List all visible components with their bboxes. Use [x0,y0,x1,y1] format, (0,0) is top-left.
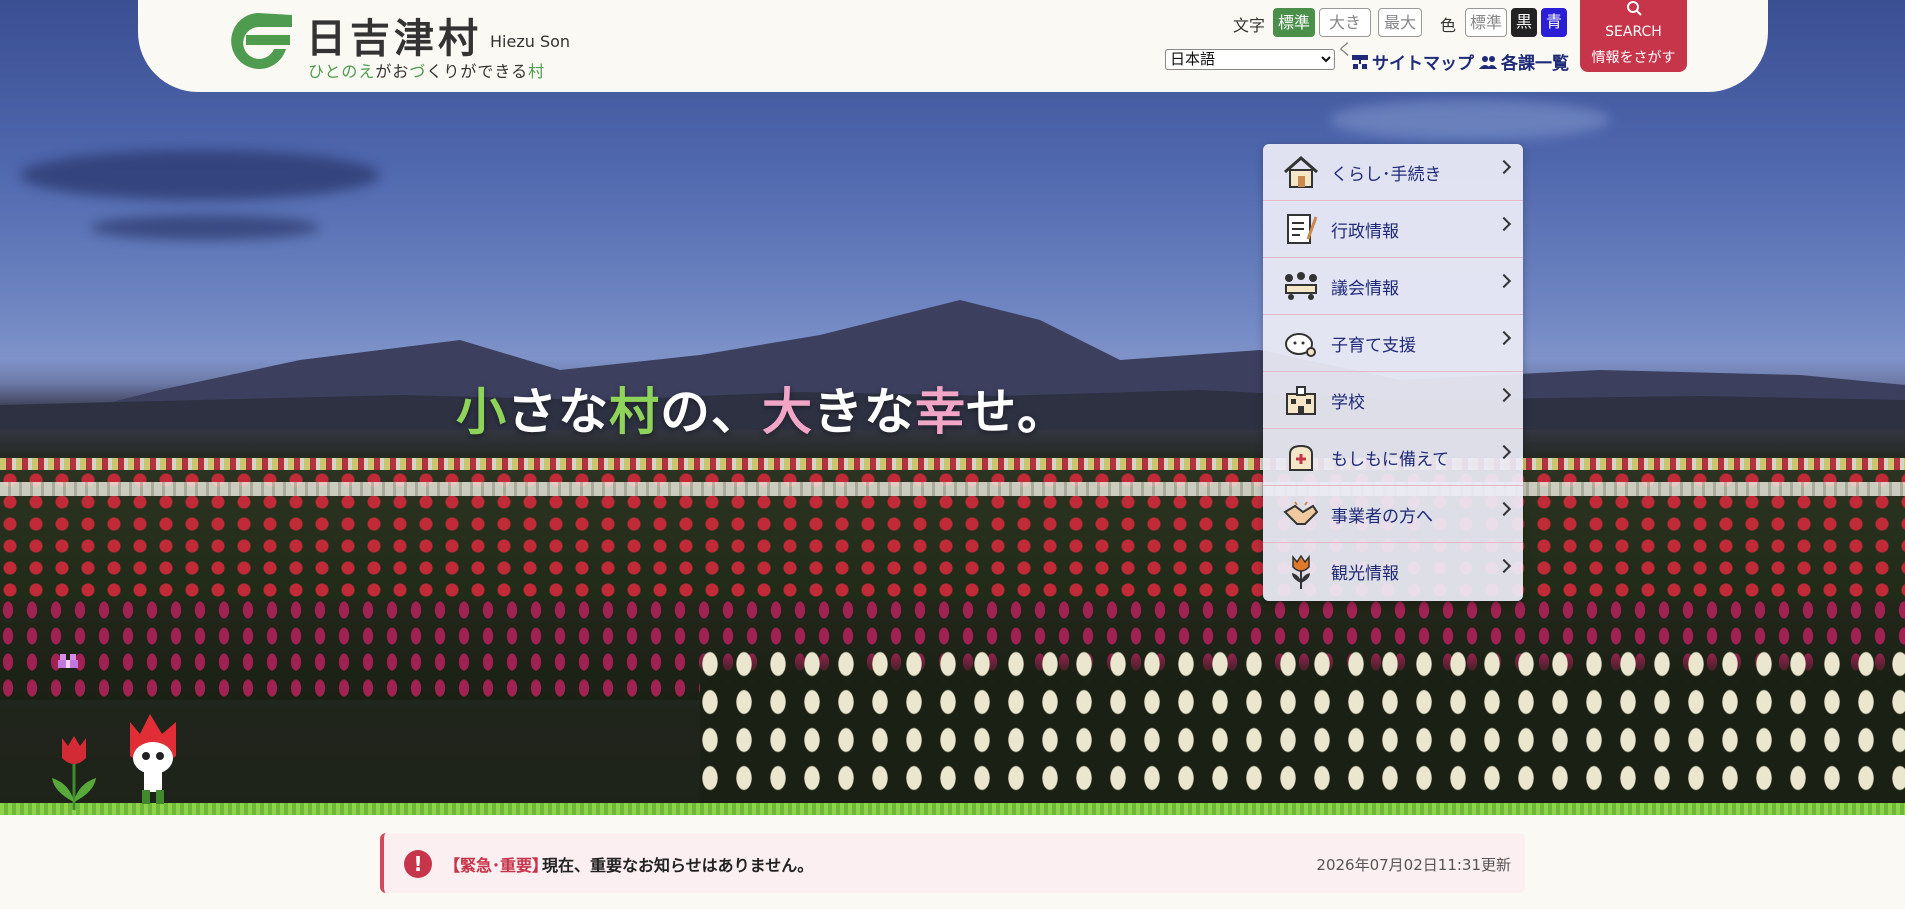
menu-item-council[interactable]: 議会情報 [1263,258,1523,315]
chevron-right-icon [1496,444,1512,460]
council-meeting-icon [1281,266,1321,306]
menu-item-school[interactable]: 学校 [1263,372,1523,429]
chevron-right-icon [1496,159,1512,175]
tulip-icon [1281,552,1321,592]
menu-item-administration[interactable]: 行政情報 [1263,201,1523,258]
text-size-large-button[interactable]: 大きく [1319,8,1371,59]
menu-item-label: くらし･手続き [1331,164,1442,185]
hero-catchphrase: 小さな村の、大きな幸せ。 [456,383,1068,441]
menu-item-label: 行政情報 [1331,221,1399,242]
search-button[interactable]: SEARCH 情報をさがす [1580,0,1687,72]
menu-item-label: 議会情報 [1331,278,1399,299]
notice-updated: 2026年07月02日11:31更新 [1316,856,1511,874]
menu-item-label: 子育て支援 [1331,335,1416,356]
chevron-right-icon [1496,387,1512,403]
departments-link[interactable]: 各課一覧 [1479,49,1569,74]
emergency-bag-icon [1281,437,1321,477]
site-name[interactable]: 日吉津村 [306,6,482,64]
text-size-label: 文字 [1233,16,1266,35]
menu-item-label: もしもに備えて [1331,449,1450,470]
village-logo-icon[interactable] [222,9,294,71]
site-tagline: ひとのえがおづくりができる村 [308,62,546,81]
chevron-right-icon [1496,501,1512,517]
notice-tag: 【緊急･重要】 [444,856,549,875]
menu-item-label: 事業者の方へ [1331,506,1433,527]
color-black-button[interactable]: 黒 [1511,8,1537,37]
tulip-decoration-icon [52,736,96,810]
menu-item-business[interactable]: 事業者の方へ [1263,486,1523,543]
emergency-notice[interactable]: ! 【緊急･重要】 現在、重要なお知らせはありません。 2026年07月02日1… [380,833,1525,893]
document-pen-icon [1281,209,1321,249]
search-icon [1627,1,1642,16]
chevron-right-icon [1496,273,1512,289]
menu-item-emergency[interactable]: もしもに備えて [1263,429,1523,486]
notice-text: 現在、重要なお知らせはありません。 [542,856,814,875]
grass-border [0,803,1905,815]
menu-item-tourism[interactable]: 観光情報 [1263,543,1523,600]
sitemap-label: サイトマップ [1372,54,1474,74]
menu-item-label: 観光情報 [1331,564,1399,584]
alert-icon: ! [404,850,432,878]
category-menu: くらし･手続き 行政情報 議会情報 子育て支援 学校 もしもに備えて 事業者の方… [1263,144,1523,601]
color-standard-button[interactable]: 標準 [1465,8,1507,37]
chevron-right-icon [1496,330,1512,346]
language-select[interactable]: 日本語 [1165,49,1335,70]
color-blue-button[interactable]: 青 [1541,8,1567,37]
departments-label: 各課一覧 [1501,54,1569,74]
sitemap-icon [1352,54,1368,69]
menu-item-childcare[interactable]: 子育て支援 [1263,315,1523,372]
chevron-right-icon [1496,558,1512,574]
text-size-standard-button[interactable]: 標準 [1273,8,1315,37]
color-label: 色 [1440,16,1457,35]
sitemap-link[interactable]: サイトマップ [1352,49,1474,74]
house-icon [1281,152,1321,192]
menu-item-living[interactable]: くらし･手続き [1263,144,1523,201]
menu-item-label: 学校 [1331,392,1365,413]
search-label: SEARCH [1605,24,1662,40]
school-icon [1281,380,1321,420]
baby-icon [1281,323,1321,363]
mascot-character-icon [130,714,176,804]
handshake-icon [1281,494,1321,534]
people-icon [1479,55,1497,69]
site-name-roman: Hiezu Son [490,32,571,51]
text-size-max-button[interactable]: 最大 [1378,8,1422,37]
chevron-right-icon [1496,216,1512,232]
search-sublabel: 情報をさがす [1591,50,1676,66]
pixel-flower-icon [58,654,78,668]
